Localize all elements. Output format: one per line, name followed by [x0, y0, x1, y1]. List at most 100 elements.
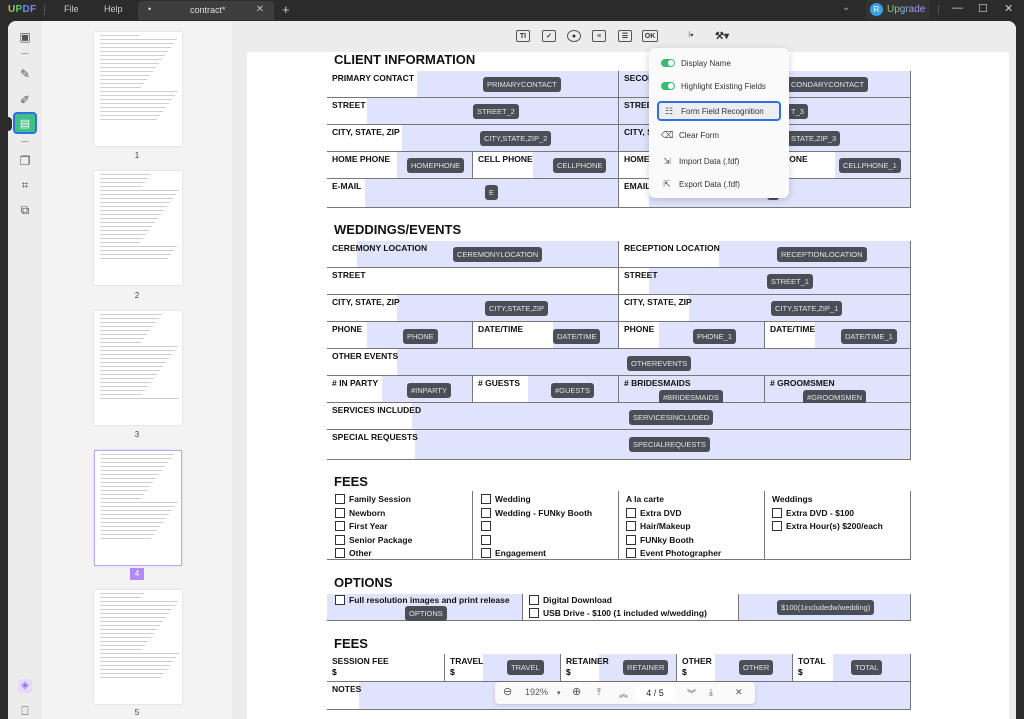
field-name-badge[interactable]: $100(1includedw/wedding)	[777, 600, 875, 615]
field-name-badge[interactable]: TRAVEL	[507, 660, 544, 675]
field-name-badge[interactable]: PHONE_1	[693, 329, 737, 344]
checkbox-option[interactable]	[481, 534, 495, 545]
form-tools-menu-button[interactable]: ⚒▾	[710, 30, 734, 42]
checkbox-option[interactable]: Extra DVD	[626, 507, 682, 518]
avatar[interactable]: R	[870, 3, 883, 16]
page-thumbnail-2[interactable]	[94, 171, 182, 285]
field-name-badge[interactable]: CITY,STATE,ZIP_2	[480, 131, 552, 146]
field-name-badge[interactable]: STATE,ZIP_3	[787, 131, 841, 146]
form-field-recognition-item[interactable]: ☷ Form Field Recognition	[657, 101, 781, 121]
maximize-button[interactable]: ☐	[978, 2, 988, 15]
menu-help[interactable]: Help	[104, 4, 123, 14]
collapse-panel-handle[interactable]	[8, 117, 12, 131]
field-name-badge[interactable]: E	[485, 185, 499, 200]
checkbox[interactable]	[626, 521, 636, 531]
reader-icon[interactable]: ▣	[17, 29, 33, 45]
checkbox-option[interactable]	[481, 521, 495, 531]
checkbox[interactable]	[481, 534, 491, 545]
field-name-badge[interactable]: HOMEPHONE	[407, 158, 465, 173]
checkbox-option[interactable]: Family Session	[335, 494, 411, 504]
radio-button-tool[interactable]: ●	[567, 30, 581, 42]
clear-form-item[interactable]: ⌫ Clear Form	[657, 125, 781, 145]
checkbox[interactable]	[772, 507, 782, 518]
field-name-badge[interactable]: CITY,STATE,ZIP	[485, 301, 549, 316]
last-page-button[interactable]: ⤓	[709, 687, 713, 698]
document-tab[interactable]: • contract* ✕	[138, 1, 274, 20]
field-name-badge[interactable]: T_3	[787, 104, 808, 119]
field-name-badge[interactable]: SERVICESINCLUDED	[629, 410, 714, 425]
field-name-badge[interactable]: CITY,STATE,ZIP_1	[771, 301, 843, 316]
field-name-badge[interactable]: DATE/TIME	[553, 329, 601, 344]
field-name-badge[interactable]: OTHER	[739, 660, 774, 675]
checkbox-option[interactable]: Digital Download	[529, 595, 612, 605]
page-indicator[interactable]: 4 / 5	[635, 685, 675, 701]
field-name-badge[interactable]: STREET_1	[767, 274, 813, 289]
checkbox-option[interactable]: Senior Package	[335, 534, 412, 545]
minimize-button[interactable]: —	[952, 2, 963, 14]
field-name-badge[interactable]: #INPARTY	[407, 383, 451, 398]
edit-icon[interactable]: ✐	[17, 92, 33, 108]
checkbox[interactable]	[335, 521, 345, 531]
checkbox-option[interactable]: Engagement	[481, 548, 546, 558]
checkbox-option[interactable]: FUNky Booth	[626, 534, 694, 545]
field-name-badge[interactable]: CELLPHONE	[553, 158, 607, 173]
zoom-in-button[interactable]: ⊕	[572, 685, 581, 698]
checkbox[interactable]	[626, 507, 636, 518]
first-page-button[interactable]: ⤒	[597, 687, 601, 698]
checkbox-option[interactable]: A la carte	[626, 494, 664, 504]
bookmark-icon[interactable]: ⎕	[17, 703, 33, 719]
close-window-button[interactable]: ✕	[1004, 2, 1013, 15]
upgrade-button[interactable]: R Upgrade	[866, 0, 930, 19]
checkbox-option[interactable]: Wedding - FUNky Booth	[481, 507, 592, 518]
layers-icon[interactable]: ◈	[18, 679, 32, 693]
field-name-badge[interactable]: OTHEREVENTS	[627, 356, 692, 371]
field-name-badge[interactable]: PHONE	[403, 329, 438, 344]
checkbox[interactable]	[481, 548, 491, 558]
combo-box-tool[interactable]: ≡	[592, 30, 606, 42]
checkbox[interactable]	[626, 548, 636, 558]
checkbox-option[interactable]: First Year	[335, 521, 388, 531]
checkbox[interactable]	[772, 521, 782, 531]
close-tab-icon[interactable]: ✕	[256, 4, 264, 15]
field-name-badge[interactable]: #GUESTS	[551, 383, 595, 398]
zoom-dropdown-icon[interactable]: ▾	[557, 689, 561, 697]
align-tool[interactable]: ⫶▾	[680, 30, 702, 42]
button-tool[interactable]: OK	[642, 30, 658, 42]
checkbox[interactable]	[529, 595, 539, 605]
field-name-badge[interactable]: CEREMONYLOCATION	[453, 247, 543, 262]
checkbox[interactable]	[335, 507, 345, 518]
checkbox-option[interactable]: Wedding	[481, 494, 531, 504]
checkbox[interactable]	[335, 548, 345, 558]
checkbox[interactable]	[335, 534, 345, 545]
organize-icon[interactable]: ❐	[17, 153, 33, 169]
field-name-badge[interactable]: STREET_2	[473, 104, 519, 119]
page-thumbnail-3[interactable]	[94, 311, 182, 425]
checkbox[interactable]	[481, 521, 491, 531]
add-tab-button[interactable]: +	[282, 2, 290, 17]
form-icon[interactable]: ▤	[13, 112, 37, 134]
field-name-badge[interactable]: CONDARYCONTACT	[787, 77, 869, 92]
checkbox[interactable]	[481, 494, 491, 504]
checkbox-option[interactable]: Newborn	[335, 507, 385, 518]
field-name-badge[interactable]: RETAINER	[623, 660, 669, 675]
page-thumbnail-4[interactable]	[94, 450, 182, 566]
prev-page-button[interactable]: ︽	[619, 687, 628, 700]
field-name-badge[interactable]: TOTAL	[851, 660, 883, 675]
field-name-badge[interactable]: SPECIALREQUESTS	[629, 437, 710, 452]
convert-icon[interactable]: ⧉	[17, 202, 33, 218]
checkbox-option[interactable]: Extra DVD - $100	[772, 507, 854, 518]
field-name-badge[interactable]: PRIMARYCONTACT	[483, 77, 561, 92]
toggle-on-icon[interactable]	[661, 59, 675, 67]
zoom-out-button[interactable]: ⊖	[503, 685, 512, 698]
checkbox-option[interactable]: Extra Hour(s) $200/each	[772, 521, 883, 531]
next-page-button[interactable]: ︾	[687, 687, 696, 700]
field-name-badge[interactable]: RECEPTIONLOCATION	[777, 247, 867, 262]
display-name-toggle[interactable]: Display Name	[657, 53, 781, 73]
checkbox[interactable]	[335, 595, 345, 605]
checkbox[interactable]	[335, 494, 345, 504]
field-name-badge[interactable]: OPTIONS	[405, 606, 447, 621]
chevron-down-icon[interactable]: ⌄	[842, 2, 850, 13]
export-data-item[interactable]: ⇱ Export Data (.fdf)	[657, 174, 781, 194]
checkbox-option[interactable]: Weddings	[772, 494, 812, 504]
crop-icon[interactable]: ⌗	[17, 177, 33, 193]
